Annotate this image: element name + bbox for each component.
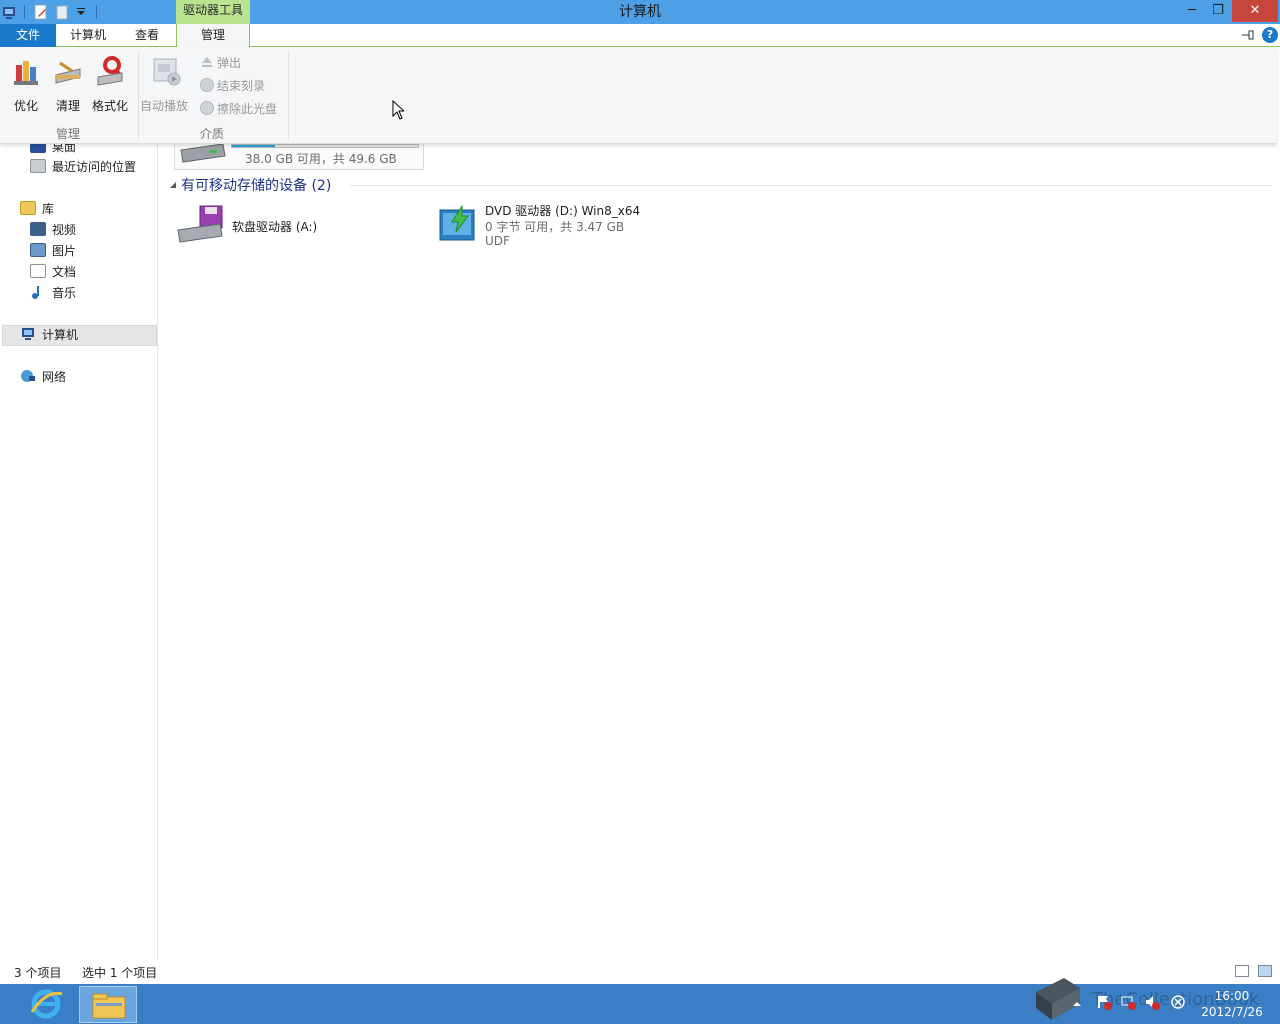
nav-label: 网络 bbox=[42, 370, 67, 384]
ribbon: 优化 清理 格式化 管理 自动播放 弹出 结束刻录 擦除此光盘 介质 bbox=[0, 47, 1277, 144]
taskbar-clock[interactable]: 16:00 2012/7/26 bbox=[1192, 988, 1272, 1020]
section-header-removable[interactable]: 有可移动存储的设备 (2) bbox=[181, 176, 331, 196]
erase-disc-icon bbox=[200, 101, 214, 115]
erase-disc-button[interactable]: 擦除此光盘 bbox=[200, 100, 277, 118]
optimize-label: 优化 bbox=[13, 99, 38, 113]
nav-item-videos[interactable]: 视频 bbox=[30, 220, 76, 240]
device-name: 软盘驱动器 (A:) bbox=[232, 220, 318, 234]
device-filesystem-text: UDF bbox=[485, 234, 510, 248]
format-button[interactable]: 格式化 bbox=[90, 55, 130, 113]
libraries-icon bbox=[20, 201, 36, 215]
nav-item-pictures[interactable]: 图片 bbox=[30, 241, 76, 261]
eject-icon bbox=[200, 55, 214, 69]
autoplay-icon bbox=[150, 55, 182, 87]
device-floppy-drive[interactable]: 软盘驱动器 (A:) bbox=[176, 204, 396, 250]
drive-c-tile[interactable]: 38.0 GB 可用，共 49.6 GB bbox=[174, 143, 424, 170]
nav-item-libraries[interactable]: 库 bbox=[20, 199, 54, 219]
collapse-arrow-icon[interactable] bbox=[170, 182, 176, 188]
drive-c-usage-fill bbox=[232, 145, 275, 147]
recent-places-icon bbox=[30, 159, 46, 173]
drive-c-size-text: 38.0 GB 可用，共 49.6 GB bbox=[245, 152, 397, 166]
cleanup-label: 清理 bbox=[55, 99, 80, 113]
content-pane: 38.0 GB 可用，共 49.6 GB 有可移动存储的设备 (2) 软盘驱动器… bbox=[160, 143, 1280, 960]
action-center-flag-icon[interactable] bbox=[1096, 994, 1112, 1010]
pin-ribbon-icon[interactable] bbox=[1240, 27, 1256, 43]
device-dvd-drive[interactable]: DVD 驱动器 (D:) Win8_x64 0 字节 可用，共 3.47 GB … bbox=[438, 202, 698, 252]
section-divider bbox=[350, 185, 1272, 186]
status-bar: 3 个项目 选中 1 个项目 bbox=[0, 960, 1280, 984]
nav-item-documents[interactable]: 文档 bbox=[30, 262, 76, 282]
minimize-button[interactable]: ─ bbox=[1178, 0, 1206, 22]
title-bar: 驱动器工具 计算机 ─ ❐ ✕ bbox=[0, 0, 1280, 24]
optimize-icon bbox=[10, 55, 42, 87]
help-icon[interactable]: ? bbox=[1262, 27, 1278, 43]
optimize-button[interactable]: 优化 bbox=[6, 55, 46, 113]
nav-item-music[interactable]: 音乐 bbox=[30, 283, 76, 303]
music-icon bbox=[30, 285, 46, 299]
network-status-icon[interactable] bbox=[1120, 994, 1136, 1010]
pictures-icon bbox=[30, 243, 46, 257]
finish-burning-label: 结束刻录 bbox=[217, 79, 266, 93]
details-view-icon[interactable] bbox=[1235, 965, 1249, 977]
navigation-pane: 桌面 最近访问的位置 库 视频 图片 文档 音乐 计算机 网络 bbox=[0, 139, 158, 960]
folder-icon bbox=[92, 993, 126, 1019]
ribbon-group-separator bbox=[288, 51, 289, 139]
autoplay-label: 自动播放 bbox=[140, 99, 189, 113]
cleanup-icon bbox=[52, 55, 84, 87]
device-name: DVD 驱动器 (D:) Win8_x64 bbox=[485, 204, 641, 218]
internet-explorer-icon[interactable] bbox=[26, 986, 66, 1022]
status-item-count: 3 个项目 bbox=[14, 966, 62, 980]
finish-burning-button[interactable]: 结束刻录 bbox=[200, 77, 265, 95]
drive-c-usage-bar bbox=[231, 144, 419, 148]
ribbon-group-separator bbox=[138, 51, 139, 139]
videos-icon bbox=[30, 222, 46, 236]
show-hidden-icons-icon[interactable] bbox=[1072, 998, 1082, 1008]
ribbon-tab-row: 文件 计算机 查看 管理 ? bbox=[0, 24, 1280, 48]
eject-button[interactable]: 弹出 bbox=[200, 54, 241, 72]
clock-date: 2012/7/26 bbox=[1201, 1005, 1263, 1019]
nav-label: 视频 bbox=[52, 223, 77, 237]
floppy-drive-icon bbox=[177, 205, 223, 243]
format-label: 格式化 bbox=[91, 99, 128, 113]
large-icons-view-icon[interactable] bbox=[1258, 965, 1272, 977]
erase-disc-label: 擦除此光盘 bbox=[217, 102, 278, 116]
file-explorer-taskbar-button[interactable] bbox=[79, 986, 137, 1023]
network-icon bbox=[20, 369, 36, 383]
nav-item-network[interactable]: 网络 bbox=[20, 367, 66, 387]
tab-view[interactable]: 查看 bbox=[120, 24, 174, 47]
tab-file[interactable]: 文件 bbox=[0, 24, 56, 47]
format-icon bbox=[94, 55, 126, 87]
nav-label: 最近访问的位置 bbox=[52, 160, 137, 174]
group-label-media: 介质 bbox=[199, 127, 224, 141]
group-label-manage: 管理 bbox=[55, 127, 80, 141]
computer-icon bbox=[20, 327, 36, 341]
cleanup-button[interactable]: 清理 bbox=[48, 55, 88, 113]
volume-muted-icon[interactable] bbox=[1144, 994, 1160, 1010]
taskbar: TheCollectionBook 16:00 2012/7/26 bbox=[0, 978, 1280, 1024]
autoplay-button[interactable]: 自动播放 bbox=[140, 55, 188, 113]
status-selected-count: 选中 1 个项目 bbox=[82, 966, 158, 980]
burn-disc-icon bbox=[200, 78, 214, 92]
mouse-cursor-icon bbox=[392, 100, 404, 120]
nav-item-computer[interactable]: 计算机 bbox=[20, 325, 78, 345]
tab-computer[interactable]: 计算机 bbox=[60, 24, 116, 47]
eject-label: 弹出 bbox=[217, 56, 242, 70]
nav-label: 文档 bbox=[52, 265, 77, 279]
power-icon[interactable] bbox=[1170, 994, 1186, 1010]
dvd-drive-icon bbox=[439, 204, 475, 241]
nav-label: 库 bbox=[42, 202, 55, 216]
documents-icon bbox=[30, 264, 46, 278]
restore-button[interactable]: ❐ bbox=[1204, 0, 1232, 22]
nav-label: 图片 bbox=[52, 244, 77, 258]
device-space-text: 0 字节 可用，共 3.47 GB bbox=[485, 220, 625, 234]
window-title: 计算机 bbox=[619, 4, 661, 20]
nav-label: 音乐 bbox=[52, 286, 77, 300]
tab-manage[interactable]: 管理 bbox=[176, 24, 250, 48]
nav-item-recent-places[interactable]: 最近访问的位置 bbox=[30, 157, 136, 177]
clock-time: 16:00 bbox=[1214, 989, 1250, 1003]
close-button[interactable]: ✕ bbox=[1232, 0, 1278, 22]
nav-label: 计算机 bbox=[42, 328, 79, 342]
